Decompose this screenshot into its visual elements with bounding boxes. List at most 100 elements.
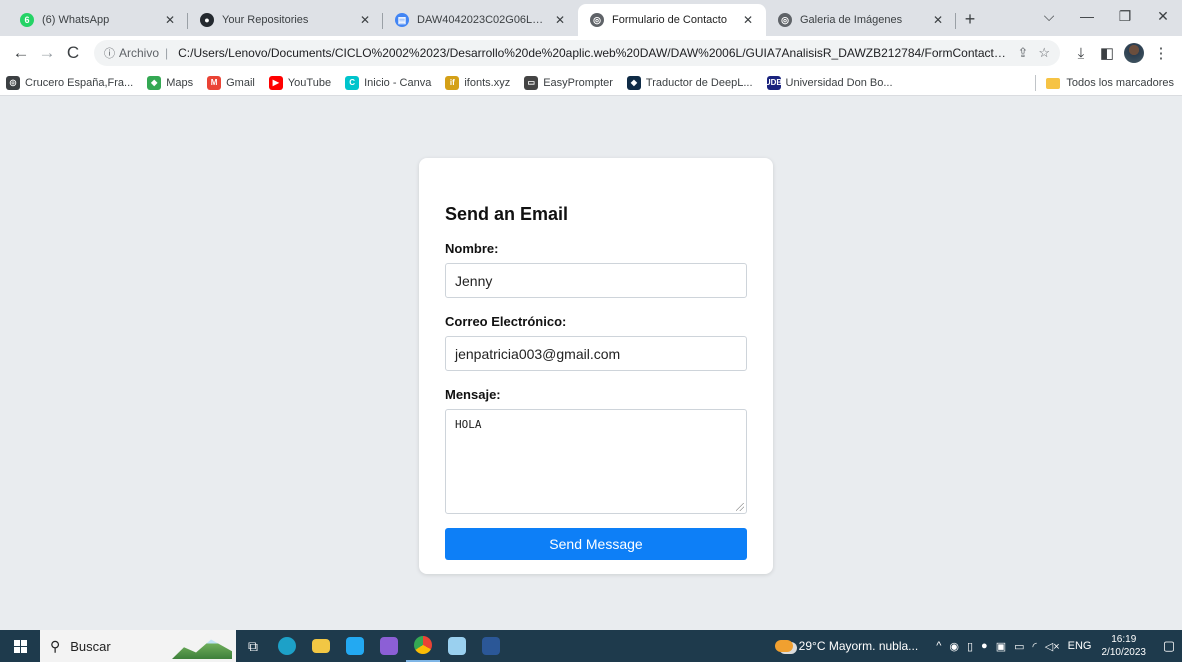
back-button[interactable]: ← xyxy=(8,40,34,66)
windows-logo-icon xyxy=(13,639,27,653)
bookmark-item[interactable]: UDB Universidad Don Bo... xyxy=(765,75,893,90)
close-tab-icon[interactable]: ✕ xyxy=(552,12,568,28)
message-value: HOLA xyxy=(455,418,482,431)
name-value: Jenny xyxy=(455,272,493,289)
tab-strip: 6 (6) WhatsApp ✕ ● Your Repositories ✕ ▤ DAW404… xyxy=(0,0,1182,36)
canva-icon: C xyxy=(345,75,360,90)
forward-button[interactable]: → xyxy=(34,40,60,66)
taskbar-app-edge[interactable] xyxy=(270,630,304,662)
scheme-label: Archivo xyxy=(119,46,160,60)
language-indicator[interactable]: ENG xyxy=(1068,640,1092,652)
display-icon[interactable]: ▣ xyxy=(996,640,1006,653)
taskbar-app-vscode[interactable] xyxy=(338,630,372,662)
wifi-icon[interactable]: ◜ xyxy=(1033,640,1037,653)
chevron-up-icon[interactable]: ^ xyxy=(936,640,941,652)
taskbar-app-chrome[interactable] xyxy=(406,630,440,662)
all-bookmarks-button[interactable]: Todos los marcadores xyxy=(1046,77,1174,89)
bookmark-label: ifonts.xyz xyxy=(464,76,511,89)
download-icon[interactable]: ⤓ xyxy=(1068,40,1094,66)
clock-date: 2/10/2023 xyxy=(1101,647,1147,658)
bookmarks-divider xyxy=(1035,75,1037,91)
contact-form-card: Send an Email Nombre: Jenny Correo Elect… xyxy=(419,158,773,574)
reload-button[interactable]: C xyxy=(60,40,86,66)
restore-button[interactable]: ❐ xyxy=(1106,0,1144,32)
message-label: Mensaje: xyxy=(445,387,501,402)
tab-title: Galeria de Imágenes xyxy=(800,14,903,26)
search-icon: ⚲ xyxy=(50,637,61,654)
browser-tab[interactable]: ▤ DAW4042023C02G06L: Guía ✕ xyxy=(383,4,578,36)
plus-icon: + xyxy=(964,8,976,29)
notifications-icon[interactable]: ▢ xyxy=(1156,638,1182,654)
bookmarks-bar: ◎ Crucero España,Fra... ◆ Maps M Gmail ▶ YouTub… xyxy=(0,70,1182,96)
github-icon: ● xyxy=(200,13,214,27)
meet-icon[interactable]: ▯ xyxy=(967,640,973,653)
globe-icon: ◎ xyxy=(778,13,792,27)
bookmark-item[interactable]: if ifonts.xyz xyxy=(445,75,511,90)
taskbar-app-notes[interactable] xyxy=(440,630,474,662)
close-tab-icon[interactable]: ✕ xyxy=(357,12,373,28)
form-title: Send an Email xyxy=(445,204,569,224)
close-tab-icon[interactable]: ✕ xyxy=(740,12,756,28)
clock[interactable]: 16:19 2/10/2023 xyxy=(1102,633,1147,659)
bookmark-label: Crucero España,Fra... xyxy=(25,76,134,89)
taskbar-app-explorer[interactable] xyxy=(304,630,338,662)
bookmark-item[interactable]: C Inicio - Canva xyxy=(345,75,432,90)
resize-grip-icon[interactable] xyxy=(736,503,744,511)
weather-widget[interactable]: 29°C Mayorm. nubla... xyxy=(774,639,919,653)
bookmark-label: Inicio - Canva xyxy=(364,76,432,89)
profile-avatar[interactable] xyxy=(1124,43,1144,63)
new-tab-button[interactable]: + xyxy=(956,5,984,33)
volume-muted-icon[interactable]: ◁× xyxy=(1045,640,1060,653)
taskbar-search-placeholder: Buscar xyxy=(70,638,111,654)
bookmark-item[interactable]: ▭ EasyPrompter xyxy=(524,75,613,90)
tab-title: Formulario de Contacto xyxy=(612,14,727,26)
browser-tab[interactable]: 6 (6) WhatsApp ✕ xyxy=(8,4,188,36)
send-message-button[interactable]: Send Message xyxy=(445,528,747,560)
side-panel-icon[interactable]: ◧ xyxy=(1094,40,1120,66)
globe-icon: ◎ xyxy=(6,75,20,90)
folder-icon xyxy=(1046,77,1061,89)
close-window-button[interactable]: ✕ xyxy=(1144,0,1182,32)
bookmark-item[interactable]: ◆ Traductor de DeepL... xyxy=(626,75,753,90)
bookmark-label: Traductor de DeepL... xyxy=(645,76,753,89)
browser-tab[interactable]: ◎ Formulario de Contacto ✕ xyxy=(578,4,766,36)
bookmark-label: Universidad Don Bo... xyxy=(785,76,893,89)
clock-time: 16:19 xyxy=(1111,634,1137,645)
file-explorer-icon xyxy=(312,639,330,653)
bookmark-item[interactable]: ▶ YouTube xyxy=(268,75,332,90)
browser-tab[interactable]: ● Your Repositories ✕ xyxy=(188,4,383,36)
message-textarea[interactable]: HOLA xyxy=(445,409,747,514)
bookmark-label: YouTube xyxy=(287,76,332,89)
bookmark-star-icon[interactable]: ☆ xyxy=(1038,45,1050,61)
record-icon[interactable]: ◉ xyxy=(949,640,959,653)
window-controls: ⌵ — ❐ ✕ xyxy=(1030,0,1182,32)
bookmark-item[interactable]: M Gmail xyxy=(207,75,255,90)
address-bar[interactable]: ⓘ Archivo | C:/Users/Lenovo/Documents/CI… xyxy=(94,40,1060,66)
taskbar-search[interactable]: ⚲ Buscar xyxy=(40,630,236,662)
task-view-button[interactable]: ⧉ xyxy=(236,630,270,662)
taskbar-app-word[interactable] xyxy=(474,630,508,662)
close-tab-icon[interactable]: ✕ xyxy=(930,12,946,28)
minimize-button[interactable]: — xyxy=(1068,0,1106,32)
email-value: jenpatricia003@gmail.com xyxy=(455,345,621,362)
start-button[interactable] xyxy=(0,630,40,662)
name-input[interactable]: Jenny xyxy=(445,263,747,298)
email-input[interactable]: jenpatricia003@gmail.com xyxy=(445,336,747,371)
network-alert-icon[interactable]: ● xyxy=(981,640,988,652)
battery-icon[interactable]: ▭ xyxy=(1014,640,1024,653)
share-icon[interactable]: ⇪ xyxy=(1017,45,1028,61)
info-icon[interactable]: ⓘ xyxy=(104,45,115,61)
bookmark-item[interactable]: ◎ Crucero España,Fra... xyxy=(6,75,134,90)
tab-title: Your Repositories xyxy=(222,14,309,26)
youtube-icon: ▶ xyxy=(268,75,283,90)
url-text[interactable]: C:/Users/Lenovo/Documents/CICLO%2002%202… xyxy=(178,46,1007,60)
bookmark-item[interactable]: ◆ Maps xyxy=(147,75,193,90)
gmail-icon: M xyxy=(207,75,222,90)
taskbar-app-visual-studio[interactable] xyxy=(372,630,406,662)
weather-text: 29°C Mayorm. nubla... xyxy=(798,639,919,653)
tab-search-button[interactable]: ⌵ xyxy=(1030,0,1068,32)
menu-icon[interactable]: ⋮ xyxy=(1148,40,1174,66)
vscode-icon xyxy=(346,637,364,655)
close-tab-icon[interactable]: ✕ xyxy=(162,12,178,28)
browser-tab[interactable]: ◎ Galeria de Imágenes ✕ xyxy=(766,4,956,36)
